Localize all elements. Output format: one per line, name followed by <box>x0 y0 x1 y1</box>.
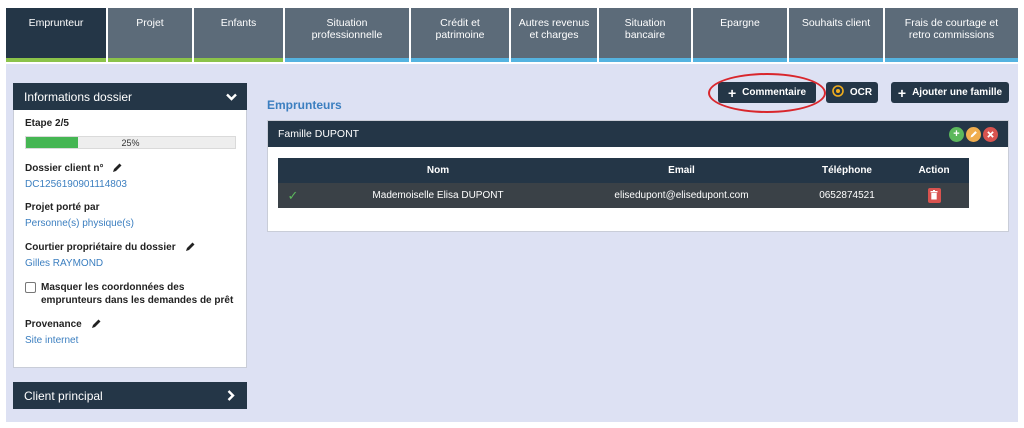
progress-bar: 25% <box>25 136 236 149</box>
masquer-label: Masquer les coordonnées des emprunteurs … <box>41 282 234 306</box>
tab-frais-courtage[interactable]: Frais de courtage et retro commissions <box>885 8 1018 62</box>
info-dossier-title: Informations dossier <box>24 89 133 104</box>
comment-button-label: Commentaire <box>742 87 807 98</box>
add-family-button[interactable]: + Ajouter une famille <box>891 82 1009 103</box>
dossier-value[interactable]: DC1256190901114803 <box>25 179 235 190</box>
family-title: Famille DUPONT <box>278 128 360 140</box>
dossier-label: Dossier client n° <box>25 162 104 174</box>
chevron-down-icon <box>225 91 237 103</box>
tab-label: Situation bancaire <box>624 17 666 41</box>
tab-label: Souhaits client <box>801 17 871 29</box>
tab-label: Projet <box>136 17 164 29</box>
client-principal-header[interactable]: Client principal <box>13 382 247 409</box>
table-row[interactable]: ✓ Mademoiselle Elisa DUPONT elisedupont@… <box>278 183 969 208</box>
plus-icon: + <box>727 84 737 101</box>
family-actions: + <box>949 126 998 142</box>
courtier-label: Courtier propriétaire du dossier <box>25 241 176 253</box>
family-header: Famille DUPONT + <box>268 121 1008 147</box>
edit-icon[interactable] <box>966 126 981 142</box>
family-card: Famille DUPONT + Nom Email Téléphone Act… <box>267 120 1009 232</box>
progress-text: 25% <box>121 138 140 148</box>
provenance-label: Provenance <box>25 318 82 330</box>
projet-value[interactable]: Personne(s) physique(s) <box>25 218 235 229</box>
projet-label: Projet porté par <box>25 202 100 213</box>
tab-situation-bancaire[interactable]: Situation bancaire <box>599 8 691 62</box>
column-header-telephone: Téléphone <box>795 158 899 183</box>
row-action <box>899 183 969 208</box>
tab-emprunteur[interactable]: Emprunteur <box>6 8 106 62</box>
tab-label: Frais de courtage et retro commissions <box>904 17 999 41</box>
main-content: Informations dossier Etape 2/5 25% Dossi… <box>6 64 1018 422</box>
target-icon <box>832 85 844 100</box>
tab-projet[interactable]: Projet <box>108 8 192 62</box>
plus-icon: + <box>897 84 907 101</box>
column-header-email: Email <box>568 158 795 183</box>
column-header <box>278 158 308 183</box>
delete-icon[interactable] <box>983 126 998 142</box>
comment-button[interactable]: + Commentaire <box>718 82 816 103</box>
tab-souhaits-client[interactable]: Souhaits client <box>789 8 883 62</box>
check-icon: ✓ <box>278 183 308 208</box>
table-header-row: Nom Email Téléphone Action <box>278 158 969 183</box>
tab-label: Epargne <box>720 17 760 29</box>
borrower-phone: 0652874521 <box>795 183 899 208</box>
provenance-value[interactable]: Site internet <box>25 335 235 346</box>
info-dossier-body: Etape 2/5 25% Dossier client n° DC125619… <box>13 110 247 368</box>
add-icon[interactable]: + <box>949 126 964 142</box>
tab-enfants[interactable]: Enfants <box>194 8 283 62</box>
tab-label: Autres revenus et charges <box>518 17 590 41</box>
tab-autres-revenus[interactable]: Autres revenus et charges <box>511 8 597 62</box>
column-header-nom: Nom <box>308 158 568 183</box>
borrowers-table: Nom Email Téléphone Action ✓ Mademoisell… <box>278 158 969 208</box>
tab-credit-patrimoine[interactable]: Crédit et patrimoine <box>411 8 509 62</box>
masquer-row: Masquer les coordonnées des emprunteurs … <box>25 281 235 307</box>
pencil-icon[interactable] <box>184 241 196 253</box>
column-header-action: Action <box>899 158 969 183</box>
tab-epargne[interactable]: Epargne <box>693 8 787 62</box>
masquer-checkbox[interactable] <box>25 282 36 293</box>
courtier-value[interactable]: Gilles RAYMOND <box>25 258 235 269</box>
info-dossier-header[interactable]: Informations dossier <box>13 83 247 110</box>
ocr-button-label: OCR <box>849 87 873 98</box>
section-title: Emprunteurs <box>267 98 342 112</box>
tab-label: Situation professionnelle <box>311 17 383 41</box>
provenance-label-row: Provenance <box>25 318 235 330</box>
pencil-icon[interactable] <box>111 162 123 174</box>
pencil-icon[interactable] <box>90 318 102 330</box>
chevron-right-icon <box>225 390 237 402</box>
tab-label: Enfants <box>220 17 257 29</box>
ocr-button[interactable]: OCR <box>826 82 878 103</box>
etape-label: Etape 2/5 <box>25 118 69 129</box>
tab-bar: Emprunteur Projet Enfants Situation prof… <box>6 8 1018 62</box>
trash-icon[interactable] <box>927 187 941 203</box>
tab-situation-professionnelle[interactable]: Situation professionnelle <box>285 8 409 62</box>
courtier-label-row: Courtier propriétaire du dossier <box>25 241 235 253</box>
tab-label: Crédit et patrimoine <box>435 17 485 41</box>
borrower-email: elisedupont@elisedupont.com <box>568 183 795 208</box>
client-principal-title: Client principal <box>24 388 103 403</box>
tab-label: Emprunteur <box>28 17 84 29</box>
add-family-button-label: Ajouter une famille <box>912 87 1003 98</box>
borrower-name: Mademoiselle Elisa DUPONT <box>308 183 568 208</box>
dossier-label-row: Dossier client n° <box>25 162 235 174</box>
